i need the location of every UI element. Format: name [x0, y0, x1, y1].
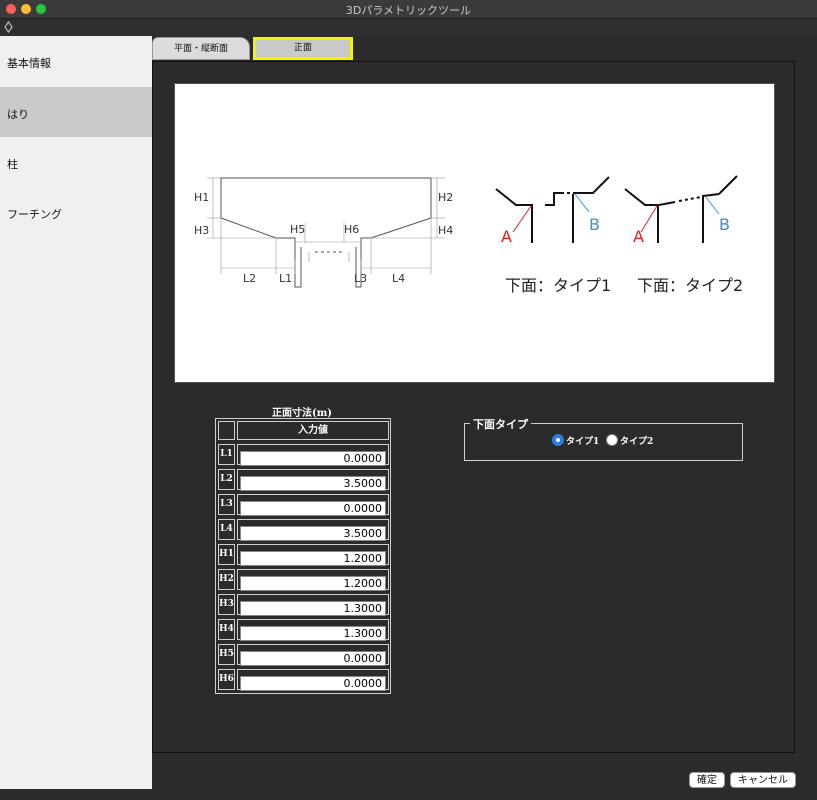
sidebar-item-beam[interactable]: はり: [0, 87, 152, 137]
sidebar-item-basic-info[interactable]: 基本情報: [0, 36, 152, 86]
dim-label-l2: L2: [243, 272, 256, 285]
point-b-label: B: [589, 215, 600, 234]
h5-input[interactable]: [240, 651, 386, 666]
type2-radio[interactable]: [606, 434, 618, 446]
dim-label-l1: L1: [279, 272, 292, 285]
table-row: [237, 669, 389, 691]
type1-caption: 下面：タイプ1: [505, 276, 611, 295]
title-bar: 3Dパラメトリックツール: [0, 0, 817, 19]
type2-caption: 下面：タイプ2: [637, 276, 743, 295]
dimension-table: 入力値 L1 L2 L3 L4 H1 H2 H3 H4 H5 H6: [215, 418, 391, 694]
diamond-icon[interactable]: [4, 21, 13, 33]
confirm-button[interactable]: 確定: [689, 772, 725, 788]
sidebar-item-label: 柱: [7, 158, 18, 171]
table-row: [237, 519, 389, 541]
row-label-l1: L1: [218, 444, 235, 465]
l1-input[interactable]: [240, 451, 386, 466]
table-caption: 正面寸法(m): [271, 408, 333, 419]
l2-input[interactable]: [240, 476, 386, 491]
front-diagram-image: H1 H2 H3 H4 H5 H6 L2 L1 L3 L4 A B A B 下面…: [174, 83, 775, 383]
table-row: [237, 544, 389, 566]
sidebar-item-column[interactable]: 柱: [0, 137, 152, 187]
table-corner-cell: [218, 421, 235, 440]
dim-label-h2: H2: [438, 191, 453, 204]
dim-label-h5: H5: [290, 223, 305, 236]
sidebar-item-label: はり: [7, 108, 29, 121]
tab-plan-section[interactable]: 平面・縦断面: [152, 37, 250, 60]
row-label-h4: H4: [218, 619, 235, 640]
row-label-l2: L2: [218, 469, 235, 490]
row-label-h3: H3: [218, 594, 235, 615]
dim-label-h6: H6: [344, 223, 359, 236]
l3-input[interactable]: [240, 501, 386, 516]
row-label-h2: H2: [218, 569, 235, 590]
type1-radio[interactable]: [552, 434, 564, 446]
type2-radio-label[interactable]: タイプ2: [620, 434, 653, 447]
point-a-label-2: A: [633, 227, 644, 246]
bottom-type-legend: 下面タイプ: [470, 416, 531, 432]
l4-input[interactable]: [240, 526, 386, 541]
h3-input[interactable]: [240, 601, 386, 616]
h4-input[interactable]: [240, 626, 386, 641]
table-row: [237, 444, 389, 466]
dim-label-h3: H3: [194, 224, 209, 237]
window-title: 3Dパラメトリックツール: [345, 4, 472, 17]
sidebar-item-footing[interactable]: フーチング: [0, 187, 152, 237]
row-label-l4: L4: [218, 519, 235, 540]
row-label-h5: H5: [218, 644, 235, 665]
table-row: [237, 594, 389, 616]
table-row: [237, 469, 389, 491]
tab-front[interactable]: 正面: [253, 37, 353, 60]
table-row: [237, 494, 389, 516]
dim-label-h1: H1: [194, 191, 209, 204]
row-label-h1: H1: [218, 544, 235, 565]
dim-label-l3: L3: [354, 272, 367, 285]
dim-label-h4: H4: [438, 224, 453, 237]
sidebar-item-label: 基本情報: [7, 57, 51, 70]
table-row: [237, 619, 389, 641]
row-label-l3: L3: [218, 494, 235, 515]
point-a-label: A: [501, 227, 512, 246]
table-row: [237, 569, 389, 591]
h6-input[interactable]: [240, 676, 386, 691]
h2-input[interactable]: [240, 576, 386, 591]
dim-label-l4: L4: [392, 272, 405, 285]
table-header-value: 入力値: [237, 421, 389, 440]
h1-input[interactable]: [240, 551, 386, 566]
row-label-h6: H6: [218, 669, 235, 690]
type1-radio-label[interactable]: タイプ1: [566, 434, 599, 447]
point-b-label-2: B: [719, 215, 730, 234]
toolbar: [0, 19, 817, 36]
sidebar: 基本情報 はり 柱 フーチング: [0, 36, 152, 789]
cancel-button[interactable]: キャンセル: [730, 772, 796, 788]
front-diagram: H1 H2 H3 H4 H5 H6 L2 L1 L3 L4 A B A B 下面…: [194, 175, 743, 295]
sidebar-item-label: フーチング: [7, 208, 62, 221]
table-row: [237, 644, 389, 666]
